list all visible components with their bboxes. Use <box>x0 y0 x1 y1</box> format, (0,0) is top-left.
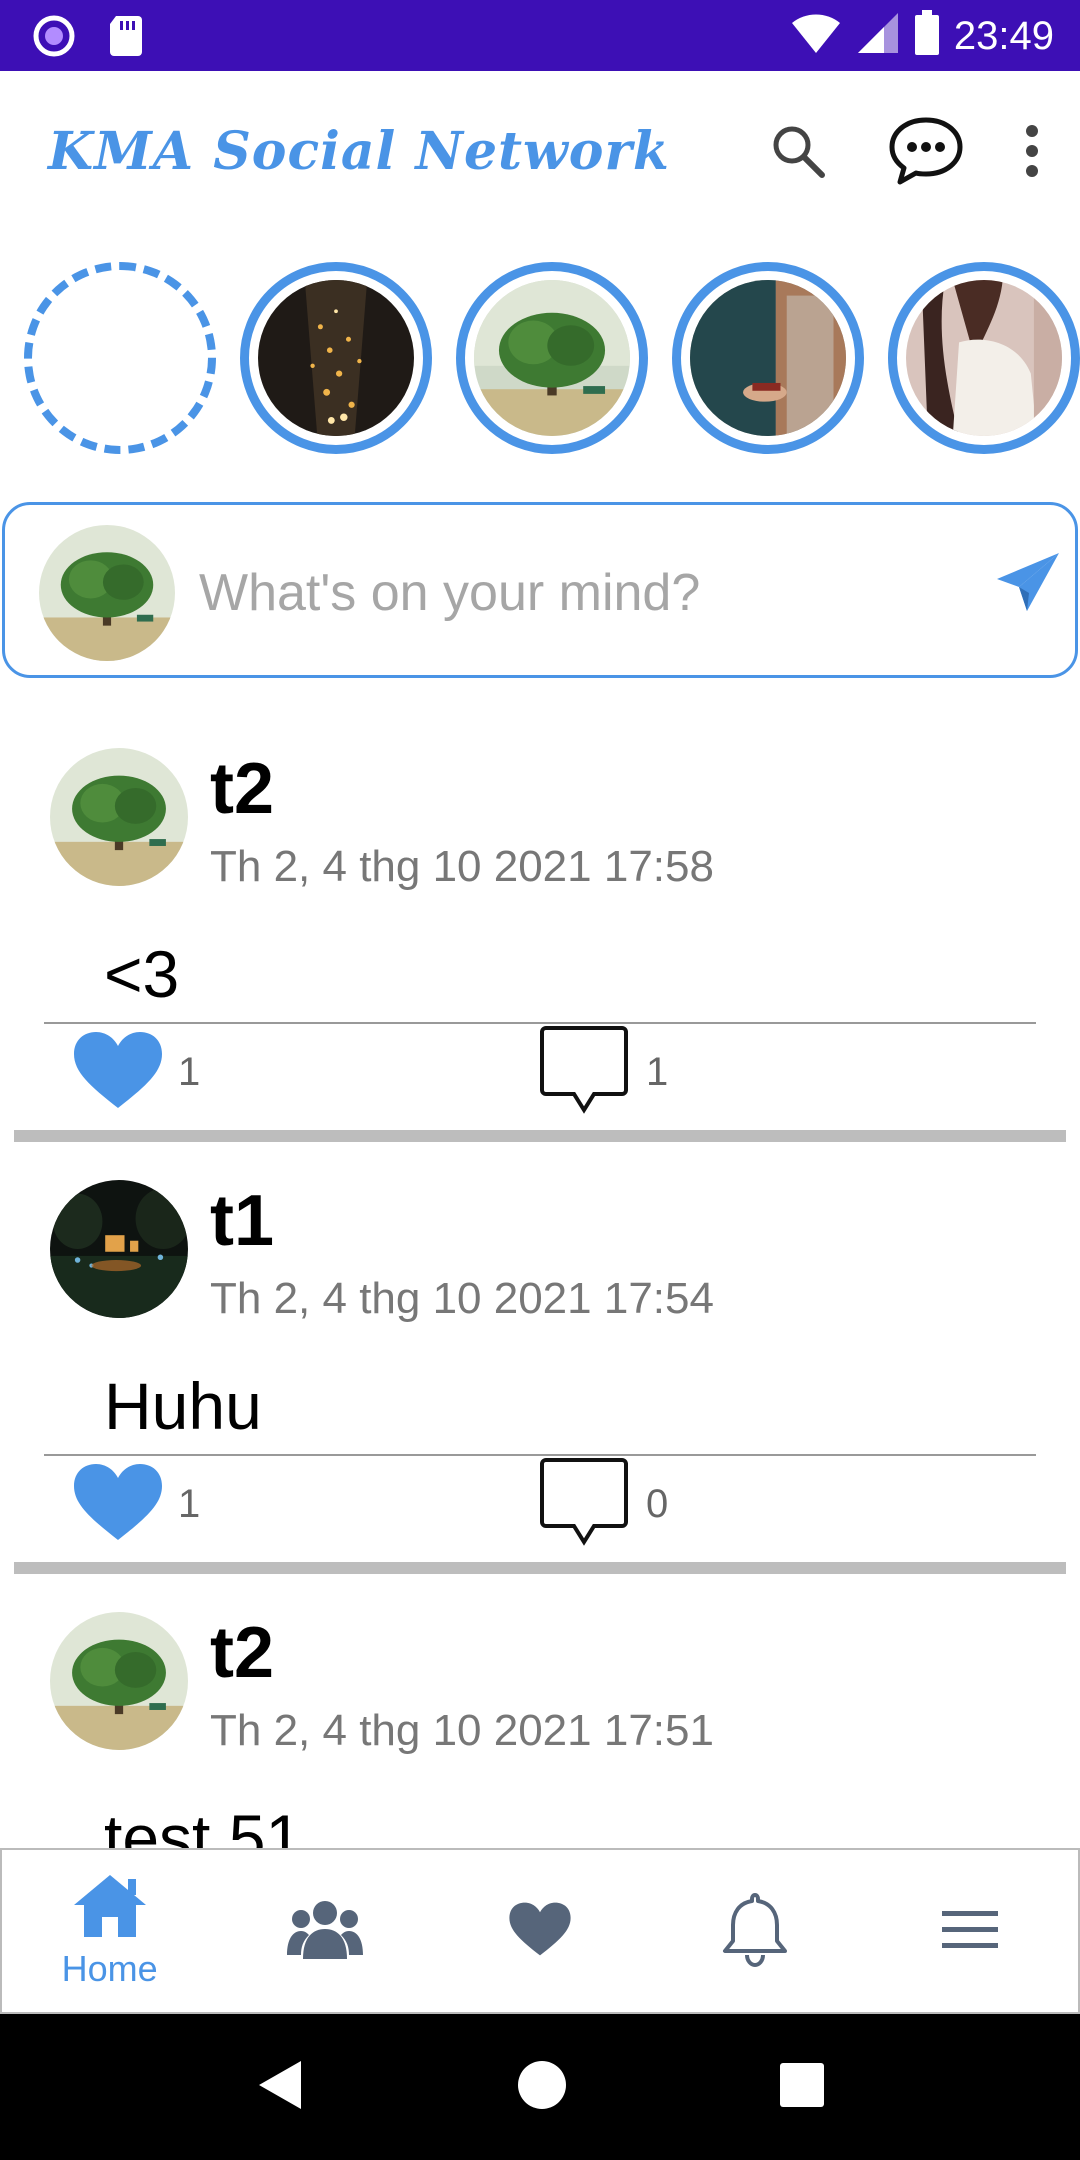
avatar <box>39 525 175 661</box>
story-item[interactable] <box>456 262 648 454</box>
heart-icon <box>508 1901 572 1962</box>
nav-home[interactable]: Home <box>2 1850 217 2012</box>
avatar[interactable] <box>50 1180 188 1318</box>
feed: t2 Th 2, 4 thg 10 2021 17:58 <3 1 1 t1 T… <box>0 700 1080 1850</box>
bottom-nav: Home <box>0 1848 1080 2014</box>
post-content: <3 <box>104 937 180 1011</box>
like-count: 1 <box>178 1050 201 1094</box>
add-story-button[interactable] <box>24 262 216 454</box>
more-vert-icon[interactable] <box>1024 125 1040 177</box>
app-bar: KMA Social Network <box>0 71 1080 241</box>
post-content: test 51 <box>104 1801 303 1850</box>
status-time: 23:49 <box>953 13 1054 58</box>
post-author[interactable]: t2 <box>210 748 274 830</box>
post-author[interactable]: t1 <box>210 1180 274 1262</box>
comment-count: 0 <box>646 1482 669 1526</box>
recents-icon[interactable] <box>779 2062 825 2113</box>
post-time: Th 2, 4 thg 10 2021 17:51 <box>210 1706 714 1755</box>
send-icon[interactable] <box>993 549 1063 624</box>
comment-icon <box>538 1456 630 1553</box>
story-item[interactable] <box>672 262 864 454</box>
post-composer[interactable]: What's on your mind? <box>2 502 1078 678</box>
like-count: 1 <box>178 1482 201 1526</box>
nav-notifications[interactable] <box>648 1850 863 2012</box>
nav-menu[interactable] <box>863 1850 1078 2012</box>
system-nav-bar <box>0 2014 1080 2160</box>
back-icon[interactable] <box>255 2059 305 2116</box>
story-image-woman <box>906 280 1062 436</box>
like-button[interactable]: 1 <box>72 1462 200 1547</box>
menu-icon <box>942 1909 999 1954</box>
nav-favorites[interactable] <box>432 1850 647 2012</box>
stories-row <box>0 262 1080 457</box>
avatar[interactable] <box>50 1612 188 1750</box>
battery-icon <box>914 10 940 61</box>
friends-icon <box>286 1897 363 1966</box>
sd-card-icon <box>108 14 144 63</box>
cell-signal-icon <box>856 11 900 60</box>
comment-button[interactable]: 1 <box>538 1024 668 1121</box>
avatar[interactable] <box>50 748 188 886</box>
comment-count: 1 <box>646 1050 669 1094</box>
post-card: t2 Th 2, 4 thg 10 2021 17:58 <3 1 1 <box>0 700 1080 1142</box>
story-image-people <box>690 280 846 436</box>
like-button[interactable]: 1 <box>72 1030 200 1115</box>
heart-icon <box>72 1462 164 1547</box>
comment-button[interactable]: 0 <box>538 1456 668 1553</box>
post-card: t1 Th 2, 4 thg 10 2021 17:54 Huhu 1 0 <box>0 1132 1080 1574</box>
post-time: Th 2, 4 thg 10 2021 17:58 <box>210 842 714 891</box>
app-title: KMA Social Network <box>48 121 670 182</box>
home-icon <box>72 1873 148 1944</box>
post-time: Th 2, 4 thg 10 2021 17:54 <box>210 1274 714 1323</box>
post-author[interactable]: t2 <box>210 1612 274 1694</box>
story-image-tree <box>474 280 630 436</box>
chat-icon[interactable] <box>888 116 964 186</box>
nav-friends[interactable] <box>217 1850 432 2012</box>
comment-icon <box>538 1024 630 1121</box>
story-item[interactable] <box>888 262 1080 454</box>
composer-input[interactable]: What's on your mind? <box>199 563 700 623</box>
story-image-city-night <box>258 280 414 436</box>
heart-icon <box>72 1030 164 1115</box>
bell-icon <box>719 1891 791 1972</box>
status-bar: 23:49 <box>0 0 1080 71</box>
story-item[interactable] <box>240 262 432 454</box>
post-content: Huhu <box>104 1369 262 1443</box>
media-notification-icon <box>32 14 76 63</box>
home-circle-icon[interactable] <box>516 2059 568 2116</box>
post-card: t2 Th 2, 4 thg 10 2021 17:51 test 51 <box>0 1564 1080 1850</box>
search-icon[interactable] <box>768 121 828 181</box>
nav-home-label: Home <box>61 1947 158 1989</box>
wifi-icon <box>790 11 842 60</box>
